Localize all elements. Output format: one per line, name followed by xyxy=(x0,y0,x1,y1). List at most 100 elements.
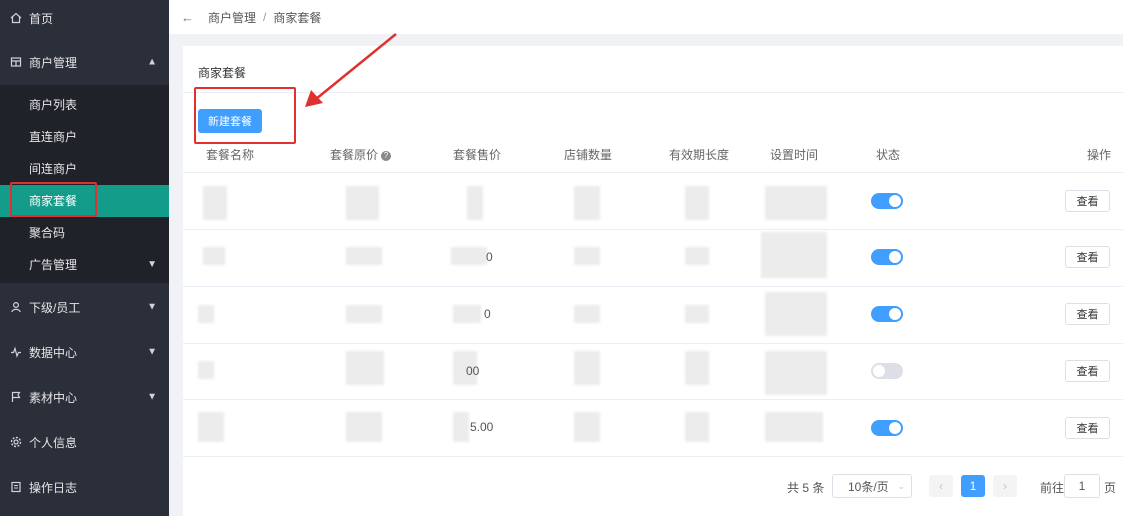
page-title: 商家套餐 xyxy=(198,66,247,80)
user-icon xyxy=(9,300,23,314)
view-button[interactable]: 查看 xyxy=(1065,190,1110,212)
view-button[interactable]: 查看 xyxy=(1065,303,1110,325)
nav-staff-label: 下级/员工 xyxy=(29,300,81,315)
nav-data-center-label: 数据中心 xyxy=(29,345,78,360)
redacted-cell xyxy=(574,412,600,442)
nav-merchant-label: 商户管理 xyxy=(29,55,78,70)
nav-home-label: 首页 xyxy=(29,11,54,26)
col-header-sale-price: 套餐售价 xyxy=(453,148,502,162)
redacted-cell xyxy=(346,186,379,220)
merchant-icon xyxy=(9,55,23,69)
page-size-select[interactable]: 10条/页 ⌄ xyxy=(832,474,912,498)
nav-op-log-label: 操作日志 xyxy=(29,480,78,495)
redacted-cell xyxy=(685,351,709,385)
redacted-cell xyxy=(198,412,224,442)
breadcrumb-parent[interactable]: 商户管理 xyxy=(208,9,256,26)
redacted-cell xyxy=(765,351,827,395)
row-divider xyxy=(183,399,1123,400)
goto-unit: 页 xyxy=(1104,481,1117,495)
status-toggle[interactable] xyxy=(871,420,903,436)
breadcrumb-current: 商家套餐 xyxy=(273,10,322,25)
redacted-cell xyxy=(203,186,227,220)
sidebar-item-merchant-list[interactable]: 商户列表 xyxy=(0,89,169,121)
sidebar-item-indirect-merchant[interactable]: 间连商户 xyxy=(0,153,169,185)
row-divider xyxy=(183,229,1123,230)
redacted-cell xyxy=(685,186,709,220)
chevron-down-icon: ⌄ xyxy=(897,480,905,491)
redacted-cell xyxy=(451,247,487,265)
col-header-actions: 操作 xyxy=(1087,148,1112,162)
redacted-cell xyxy=(574,247,600,265)
header-divider xyxy=(183,172,1123,173)
highlight-box-button xyxy=(194,87,296,144)
nav-profile[interactable]: 个人信息 xyxy=(0,420,169,464)
chevron-down-icon: ▼ xyxy=(147,391,157,403)
status-toggle[interactable] xyxy=(871,306,903,322)
redacted-cell xyxy=(574,305,600,323)
redacted-cell xyxy=(453,412,469,442)
nav-data-center[interactable]: 数据中心 ▼ xyxy=(0,330,169,374)
status-toggle[interactable] xyxy=(871,249,903,265)
nav-merchant-mgmt[interactable]: 商户管理 ▲ xyxy=(0,40,169,84)
chevron-up-icon: ▲ xyxy=(147,56,157,68)
sidebar-item-aggregate-code[interactable]: 聚合码 xyxy=(0,217,169,249)
nav-material-label: 素材中心 xyxy=(29,390,78,405)
sale-price-fragment: 0 xyxy=(486,250,493,264)
nav-material-center[interactable]: 素材中心 ▼ xyxy=(0,375,169,419)
redacted-cell xyxy=(765,412,823,442)
col-header-name: 套餐名称 xyxy=(206,148,255,162)
view-button[interactable]: 查看 xyxy=(1065,417,1110,439)
row-divider xyxy=(183,456,1123,457)
view-button[interactable]: 查看 xyxy=(1065,360,1110,382)
home-icon xyxy=(9,11,23,25)
nav-op-log[interactable]: 操作日志 xyxy=(0,465,169,509)
col-header-validity: 有效期长度 xyxy=(669,148,730,162)
status-toggle[interactable] xyxy=(871,193,903,209)
page-size-value: 10条/页 xyxy=(848,479,889,494)
sidebar: 首页 商户管理 ▲ 商户列表 直连商户 间连商户 商家套餐 聚合码 广告管理 ▼… xyxy=(0,0,169,516)
redacted-cell xyxy=(346,247,382,265)
ad-mgmt-label: 广告管理 xyxy=(29,258,78,272)
flag-icon xyxy=(9,390,23,404)
col-header-original-price: 套餐原价? xyxy=(330,146,392,163)
redacted-cell xyxy=(685,305,709,323)
breadcrumb-separator: / xyxy=(263,10,267,24)
sale-price-fragment: 5.00 xyxy=(470,420,494,434)
goto-page-input[interactable]: 1 xyxy=(1064,474,1100,498)
pulse-icon xyxy=(9,345,23,359)
highlight-box-menu xyxy=(10,182,97,217)
toggle-knob xyxy=(889,422,901,434)
back-arrow-icon[interactable]: ← xyxy=(181,10,194,25)
nav-staff[interactable]: 下级/员工 ▼ xyxy=(0,286,169,328)
status-toggle[interactable] xyxy=(871,363,903,379)
chevron-down-icon: ▼ xyxy=(147,301,157,313)
redacted-cell xyxy=(346,351,384,385)
row-divider xyxy=(183,286,1123,287)
sidebar-item-direct-merchant[interactable]: 直连商户 xyxy=(0,121,169,153)
prev-page-button[interactable]: ‹ xyxy=(929,475,953,497)
redacted-cell xyxy=(574,186,600,220)
redacted-cell xyxy=(765,292,827,336)
redacted-cell xyxy=(467,186,483,220)
goto-label: 前往 xyxy=(1040,481,1065,495)
row-divider xyxy=(183,343,1123,344)
chevron-down-icon: ▼ xyxy=(147,346,157,358)
redacted-cell xyxy=(346,412,382,442)
view-button[interactable]: 查看 xyxy=(1065,246,1110,268)
col-header-store-count: 店铺数量 xyxy=(564,148,613,162)
sidebar-item-ad-mgmt[interactable]: 广告管理 ▼ xyxy=(0,249,169,281)
gear-icon xyxy=(9,435,23,449)
redacted-cell xyxy=(685,412,709,442)
package-card: 商家套餐 新建套餐 套餐名称 套餐原价? 套餐售价 店铺数量 有效期长度 设置时… xyxy=(183,46,1123,516)
page-number-current[interactable]: 1 xyxy=(961,475,985,497)
col-header-status: 状态 xyxy=(876,148,901,162)
sale-price-fragment: 0 xyxy=(484,307,491,321)
nav-profile-label: 个人信息 xyxy=(29,435,78,450)
nav-home[interactable]: 首页 xyxy=(0,0,169,36)
divider xyxy=(183,92,1123,93)
redacted-cell xyxy=(761,232,827,278)
next-page-button[interactable]: › xyxy=(993,475,1017,497)
redacted-cell xyxy=(198,361,214,379)
info-icon[interactable]: ? xyxy=(381,150,392,161)
pagination-total: 共 5 条 xyxy=(787,481,825,495)
